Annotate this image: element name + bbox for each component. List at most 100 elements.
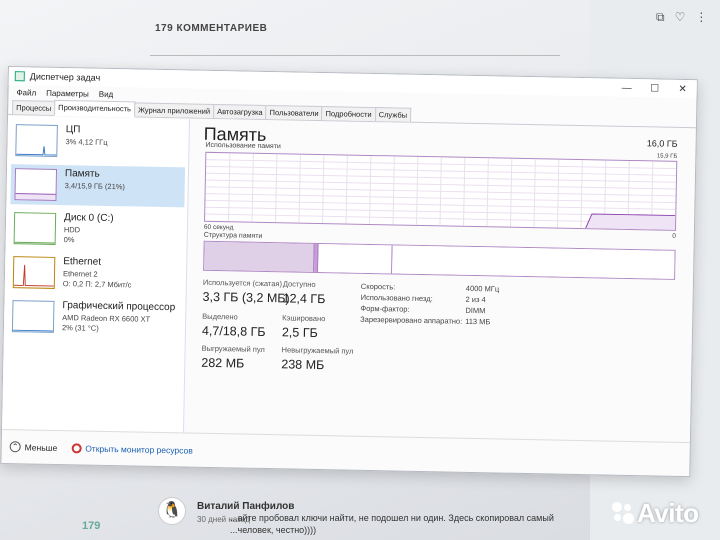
spec-row: Зарезервировано аппаратно: 113 МБ bbox=[360, 314, 499, 328]
performance-panel: ЦП 3% 4,12 ГГц Память 3,4/15,9 ГБ (21%) … bbox=[2, 116, 696, 442]
resource-detail-line-1: HDD bbox=[63, 225, 81, 235]
spec-label: Зарезервировано аппаратно: bbox=[360, 314, 463, 326]
structure-free[interactable] bbox=[392, 245, 675, 279]
stat-in-use: Используется (сжатая) 3,3 ГБ (3,2 МБ) bbox=[202, 278, 290, 306]
more-icon[interactable]: ⋮ bbox=[695, 10, 707, 25]
memory-detail-pane: Память 16,0 ГБ Использование памяти 15,9… bbox=[192, 120, 688, 442]
tab-startup[interactable]: Автозагрузка bbox=[212, 103, 267, 119]
usage-graph-label: Использование памяти bbox=[205, 141, 281, 151]
resource-detail: AMD Radeon RX 6600 XT 2% (31 °C) bbox=[62, 313, 150, 335]
stat-available: Доступно 12,4 ГБ bbox=[282, 279, 325, 306]
tab-performance[interactable]: Производительность bbox=[54, 99, 136, 118]
tab-app-history[interactable]: Журнал приложений bbox=[133, 102, 215, 118]
resource-detail: 3,4/15,9 ГБ (21%) bbox=[64, 181, 126, 192]
spec-value: 4000 МГц bbox=[465, 283, 500, 294]
stat-value: 12,4 ГБ bbox=[282, 291, 326, 307]
resource-name: ЦП bbox=[65, 124, 81, 136]
chevron-up-icon: ⌃ bbox=[9, 441, 21, 453]
comment-text-line-1: ...айте пробовал ключи найти, не подошел… bbox=[230, 513, 554, 523]
menu-file[interactable]: Файл bbox=[16, 88, 36, 97]
stat-label: Невыгружаемый пул bbox=[281, 345, 354, 356]
open-resource-monitor-link[interactable]: Открыть монитор ресурсов bbox=[71, 442, 193, 456]
graph-time-left: 60 секунд bbox=[203, 223, 234, 232]
ethernet-thumbnail-graph bbox=[12, 256, 56, 289]
resource-gpu[interactable]: Графический процессор AMD Radeon RX 6600… bbox=[8, 296, 183, 339]
structure-in-use[interactable] bbox=[204, 241, 315, 272]
resource-ethernet[interactable]: Ethernet Ethernet 2 О: 0,2 П: 2,7 Мбит/с bbox=[9, 252, 184, 295]
tab-users[interactable]: Пользователи bbox=[265, 104, 323, 121]
comment-author[interactable]: Виталий Панфилов bbox=[197, 501, 294, 512]
stat-value: 4,7/18,8 ГБ bbox=[201, 323, 266, 339]
task-manager-window: Диспетчер задач — ☐ ✕ Файл Параметры Вид… bbox=[0, 66, 698, 478]
resource-detail: HDD 0% bbox=[64, 225, 81, 245]
resource-cpu[interactable]: ЦП 3% 4,12 ГГц bbox=[11, 120, 186, 163]
avito-logo: Avito bbox=[612, 498, 699, 529]
disk-thumbnail-graph bbox=[13, 212, 57, 245]
avito-dots-icon bbox=[612, 502, 634, 524]
tab-processes[interactable]: Процессы bbox=[12, 100, 56, 115]
resource-detail-line-2: О: 0,2 П: 2,7 Мбит/с bbox=[62, 279, 132, 290]
window-title: Диспетчер задач bbox=[29, 71, 101, 83]
usage-graph-max: 15,9 ГБ bbox=[656, 153, 678, 160]
resource-name: Диск 0 (C:) bbox=[63, 212, 114, 225]
divider bbox=[150, 55, 560, 56]
avito-logo-text: Avito bbox=[637, 498, 699, 528]
resource-monitor-icon bbox=[71, 442, 82, 453]
fewer-details-label: Меньше bbox=[24, 441, 58, 453]
stat-value: 3,3 ГБ (3,2 МБ) bbox=[202, 289, 290, 306]
memory-total: 16,0 ГБ bbox=[646, 138, 678, 149]
memory-usage-graph bbox=[204, 151, 678, 231]
gpu-thumbnail-graph bbox=[11, 300, 55, 333]
menu-options[interactable]: Параметры bbox=[46, 88, 89, 98]
comment-text-line-2: ...человек, честно)))) bbox=[230, 525, 317, 535]
resource-detail-line-2: 0% bbox=[63, 235, 75, 245]
tab-details[interactable]: Подробности bbox=[321, 106, 376, 122]
stat-value: 238 МБ bbox=[281, 357, 325, 373]
stat-label: Кэшировано bbox=[282, 313, 326, 324]
structure-label: Структура памяти bbox=[203, 231, 263, 240]
task-manager-icon bbox=[14, 71, 25, 82]
stat-paged-pool: Выгружаемый пул 282 МБ bbox=[201, 344, 265, 371]
graph-time-right: 0 bbox=[672, 232, 676, 240]
spec-value: 2 из 4 bbox=[465, 294, 486, 305]
stat-label: Выгружаемый пул bbox=[201, 343, 265, 354]
maximize-button[interactable]: ☐ bbox=[641, 83, 669, 95]
minimize-button[interactable]: — bbox=[613, 82, 641, 94]
stat-value: 282 МБ bbox=[201, 355, 245, 371]
structure-standby[interactable] bbox=[318, 243, 393, 274]
memory-usage-chart bbox=[205, 153, 677, 230]
stat-nonpaged-pool: Невыгружаемый пул 238 МБ bbox=[281, 345, 353, 372]
resource-disk[interactable]: Диск 0 (C:) HDD 0% bbox=[10, 208, 185, 251]
spec-value: 113 МБ bbox=[465, 316, 491, 327]
cpu-thumbnail-graph bbox=[15, 124, 58, 157]
stat-value: 2,5 ГБ bbox=[281, 325, 318, 340]
side-count: 179 bbox=[82, 520, 101, 532]
resource-detail-line-2: 2% (31 °C) bbox=[61, 323, 99, 333]
open-resource-monitor-label: Открыть монитор ресурсов bbox=[85, 443, 193, 456]
resource-name: Ethernet bbox=[63, 256, 102, 268]
close-button[interactable]: ✕ bbox=[669, 83, 697, 95]
comment-text: ...айте пробовал ключи найти, не подошел… bbox=[230, 512, 570, 536]
share-icon[interactable]: ⧉ bbox=[656, 10, 665, 25]
memory-structure-bar bbox=[203, 240, 676, 280]
fewer-details-button[interactable]: ⌃ Меньше bbox=[9, 441, 58, 453]
stat-committed: Выделено 4,7/18,8 ГБ bbox=[202, 312, 266, 339]
comments-title: 179 КОММЕНТАРИЕВ bbox=[155, 23, 268, 34]
usage-area bbox=[585, 213, 676, 230]
tab-services[interactable]: Службы bbox=[374, 107, 412, 122]
resource-list: ЦП 3% 4,12 ГГц Память 3,4/15,9 ГБ (21%) … bbox=[2, 116, 191, 433]
heart-icon[interactable]: ♡ bbox=[675, 10, 686, 25]
resource-name: Графический процессор bbox=[62, 300, 176, 314]
menu-view[interactable]: Вид bbox=[99, 89, 114, 98]
resource-detail: 3% 4,12 ГГц bbox=[65, 137, 108, 147]
avatar[interactable]: 🐧 bbox=[158, 497, 186, 525]
memory-thumbnail-graph bbox=[14, 168, 58, 201]
stat-label: Используется (сжатая) bbox=[202, 277, 283, 289]
spec-value: DIMM bbox=[465, 305, 486, 316]
memory-specs: Скорость: 4000 МГц Использовано гнезд: 2… bbox=[360, 281, 499, 328]
stat-label: Доступно bbox=[282, 279, 316, 289]
stat-cached: Кэшировано 2,5 ГБ bbox=[282, 313, 326, 340]
stat-label: Выделено bbox=[202, 311, 238, 322]
resource-memory[interactable]: Память 3,4/15,9 ГБ (21%) bbox=[10, 164, 186, 208]
page-top-icons: ⧉ ♡ ⋮ bbox=[656, 10, 707, 25]
